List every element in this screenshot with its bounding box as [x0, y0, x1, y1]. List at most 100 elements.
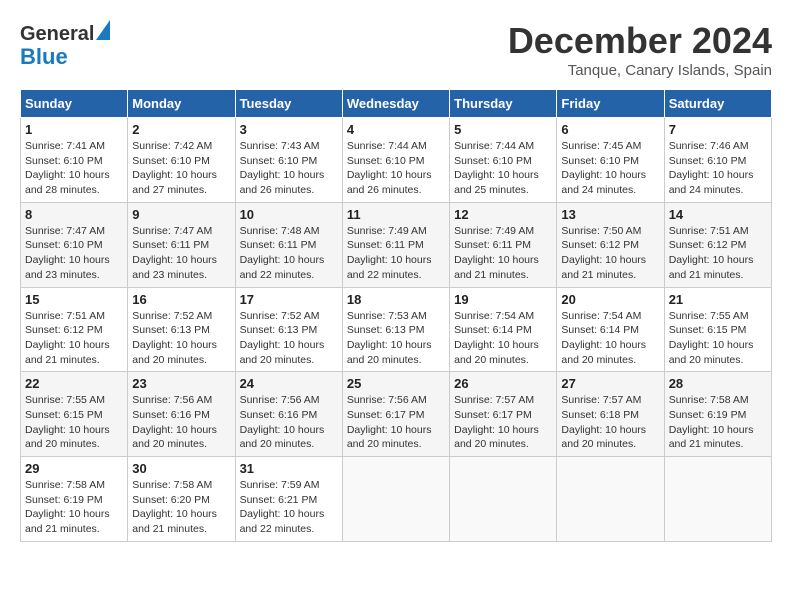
day-number: 11: [347, 207, 445, 222]
calendar-week-1: 1 Sunrise: 7:41 AM Sunset: 6:10 PM Daylig…: [21, 118, 772, 203]
calendar-cell: 10 Sunrise: 7:48 AM Sunset: 6:11 PM Dayli…: [235, 202, 342, 287]
calendar-cell: [664, 457, 771, 542]
day-number: 13: [561, 207, 659, 222]
calendar-week-5: 29 Sunrise: 7:58 AM Sunset: 6:19 PM Dayli…: [21, 457, 772, 542]
day-info: Sunrise: 7:59 AM Sunset: 6:21 PM Dayligh…: [240, 478, 338, 537]
day-number: 7: [669, 122, 767, 137]
day-number: 9: [132, 207, 230, 222]
day-info: Sunrise: 7:58 AM Sunset: 6:19 PM Dayligh…: [25, 478, 123, 537]
day-info: Sunrise: 7:49 AM Sunset: 6:11 PM Dayligh…: [454, 224, 552, 283]
calendar-cell: 25 Sunrise: 7:56 AM Sunset: 6:17 PM Dayli…: [342, 372, 449, 457]
logo: General Blue: [20, 20, 110, 69]
calendar-cell: 9 Sunrise: 7:47 AM Sunset: 6:11 PM Daylig…: [128, 202, 235, 287]
day-number: 6: [561, 122, 659, 137]
calendar-cell: 29 Sunrise: 7:58 AM Sunset: 6:19 PM Dayli…: [21, 457, 128, 542]
day-info: Sunrise: 7:58 AM Sunset: 6:20 PM Dayligh…: [132, 478, 230, 537]
month-title: December 2024: [508, 20, 772, 62]
day-info: Sunrise: 7:56 AM Sunset: 6:16 PM Dayligh…: [132, 393, 230, 452]
day-info: Sunrise: 7:42 AM Sunset: 6:10 PM Dayligh…: [132, 139, 230, 198]
day-header-tuesday: Tuesday: [235, 90, 342, 118]
calendar-cell: 18Sunrise: 7:53 AM Sunset: 6:13 PM Dayli…: [342, 287, 449, 372]
day-info: Sunrise: 7:55 AM Sunset: 6:15 PM Dayligh…: [669, 309, 767, 368]
calendar-cell: 5 Sunrise: 7:44 AM Sunset: 6:10 PM Daylig…: [450, 118, 557, 203]
day-number: 25: [347, 376, 445, 391]
calendar-cell: 30 Sunrise: 7:58 AM Sunset: 6:20 PM Dayli…: [128, 457, 235, 542]
day-number: 28: [669, 376, 767, 391]
location-subtitle: Tanque, Canary Islands, Spain: [508, 62, 772, 79]
calendar-cell: 19Sunrise: 7:54 AM Sunset: 6:14 PM Dayli…: [450, 287, 557, 372]
calendar-cell: 20 Sunrise: 7:54 AM Sunset: 6:14 PM Dayli…: [557, 287, 664, 372]
calendar-body: 1 Sunrise: 7:41 AM Sunset: 6:10 PM Daylig…: [21, 118, 772, 542]
day-header-saturday: Saturday: [664, 90, 771, 118]
calendar-cell: 3Sunrise: 7:43 AM Sunset: 6:10 PM Daylig…: [235, 118, 342, 203]
day-info: Sunrise: 7:47 AM Sunset: 6:10 PM Dayligh…: [25, 224, 123, 283]
calendar-cell: 16 Sunrise: 7:52 AM Sunset: 6:13 PM Dayli…: [128, 287, 235, 372]
day-info: Sunrise: 7:47 AM Sunset: 6:11 PM Dayligh…: [132, 224, 230, 283]
calendar-cell: [450, 457, 557, 542]
day-number: 20: [561, 292, 659, 307]
day-info: Sunrise: 7:56 AM Sunset: 6:17 PM Dayligh…: [347, 393, 445, 452]
day-number: 5: [454, 122, 552, 137]
day-number: 27: [561, 376, 659, 391]
title-area: December 2024 Tanque, Canary Islands, Sp…: [508, 20, 772, 79]
calendar-cell: 11 Sunrise: 7:49 AM Sunset: 6:11 PM Dayli…: [342, 202, 449, 287]
calendar-cell: 22Sunrise: 7:55 AM Sunset: 6:15 PM Dayli…: [21, 372, 128, 457]
day-info: Sunrise: 7:54 AM Sunset: 6:14 PM Dayligh…: [561, 309, 659, 368]
calendar-cell: 2 Sunrise: 7:42 AM Sunset: 6:10 PM Daylig…: [128, 118, 235, 203]
calendar-week-4: 22Sunrise: 7:55 AM Sunset: 6:15 PM Dayli…: [21, 372, 772, 457]
calendar-cell: 1 Sunrise: 7:41 AM Sunset: 6:10 PM Daylig…: [21, 118, 128, 203]
calendar-cell: [342, 457, 449, 542]
day-info: Sunrise: 7:43 AM Sunset: 6:10 PM Dayligh…: [240, 139, 338, 198]
day-info: Sunrise: 7:44 AM Sunset: 6:10 PM Dayligh…: [454, 139, 552, 198]
logo-text: General Blue: [20, 20, 110, 69]
day-number: 15: [25, 292, 123, 307]
day-info: Sunrise: 7:44 AM Sunset: 6:10 PM Dayligh…: [347, 139, 445, 198]
calendar-header-row: SundayMondayTuesdayWednesdayThursdayFrid…: [21, 90, 772, 118]
day-info: Sunrise: 7:52 AM Sunset: 6:13 PM Dayligh…: [132, 309, 230, 368]
calendar-table: SundayMondayTuesdayWednesdayThursdayFrid…: [20, 89, 772, 542]
day-number: 17: [240, 292, 338, 307]
day-info: Sunrise: 7:56 AM Sunset: 6:16 PM Dayligh…: [240, 393, 338, 452]
day-number: 26: [454, 376, 552, 391]
calendar-cell: 28Sunrise: 7:58 AM Sunset: 6:19 PM Dayli…: [664, 372, 771, 457]
day-number: 14: [669, 207, 767, 222]
day-info: Sunrise: 7:52 AM Sunset: 6:13 PM Dayligh…: [240, 309, 338, 368]
day-info: Sunrise: 7:57 AM Sunset: 6:18 PM Dayligh…: [561, 393, 659, 452]
calendar-cell: 17 Sunrise: 7:52 AM Sunset: 6:13 PM Dayli…: [235, 287, 342, 372]
day-info: Sunrise: 7:50 AM Sunset: 6:12 PM Dayligh…: [561, 224, 659, 283]
calendar-cell: 23 Sunrise: 7:56 AM Sunset: 6:16 PM Dayli…: [128, 372, 235, 457]
calendar-cell: 8 Sunrise: 7:47 AM Sunset: 6:10 PM Daylig…: [21, 202, 128, 287]
day-number: 10: [240, 207, 338, 222]
day-number: 19: [454, 292, 552, 307]
day-header-sunday: Sunday: [21, 90, 128, 118]
calendar-cell: 24 Sunrise: 7:56 AM Sunset: 6:16 PM Dayli…: [235, 372, 342, 457]
day-number: 30: [132, 461, 230, 476]
day-number: 23: [132, 376, 230, 391]
day-number: 8: [25, 207, 123, 222]
calendar-cell: 6 Sunrise: 7:45 AM Sunset: 6:10 PM Daylig…: [557, 118, 664, 203]
day-number: 2: [132, 122, 230, 137]
day-header-friday: Friday: [557, 90, 664, 118]
calendar-cell: [557, 457, 664, 542]
day-number: 16: [132, 292, 230, 307]
day-info: Sunrise: 7:45 AM Sunset: 6:10 PM Dayligh…: [561, 139, 659, 198]
calendar-cell: 13 Sunrise: 7:50 AM Sunset: 6:12 PM Dayli…: [557, 202, 664, 287]
day-number: 31: [240, 461, 338, 476]
day-number: 24: [240, 376, 338, 391]
day-info: Sunrise: 7:48 AM Sunset: 6:11 PM Dayligh…: [240, 224, 338, 283]
day-info: Sunrise: 7:49 AM Sunset: 6:11 PM Dayligh…: [347, 224, 445, 283]
calendar-week-3: 15 Sunrise: 7:51 AM Sunset: 6:12 PM Dayli…: [21, 287, 772, 372]
day-number: 29: [25, 461, 123, 476]
day-number: 21: [669, 292, 767, 307]
day-number: 1: [25, 122, 123, 137]
day-number: 18: [347, 292, 445, 307]
calendar-cell: 31 Sunrise: 7:59 AM Sunset: 6:21 PM Dayli…: [235, 457, 342, 542]
calendar-cell: 27 Sunrise: 7:57 AM Sunset: 6:18 PM Dayli…: [557, 372, 664, 457]
day-info: Sunrise: 7:51 AM Sunset: 6:12 PM Dayligh…: [25, 309, 123, 368]
day-info: Sunrise: 7:41 AM Sunset: 6:10 PM Dayligh…: [25, 139, 123, 198]
calendar-cell: 7Sunrise: 7:46 AM Sunset: 6:10 PM Daylig…: [664, 118, 771, 203]
day-header-thursday: Thursday: [450, 90, 557, 118]
day-number: 12: [454, 207, 552, 222]
calendar-cell: 15 Sunrise: 7:51 AM Sunset: 6:12 PM Dayli…: [21, 287, 128, 372]
day-header-monday: Monday: [128, 90, 235, 118]
